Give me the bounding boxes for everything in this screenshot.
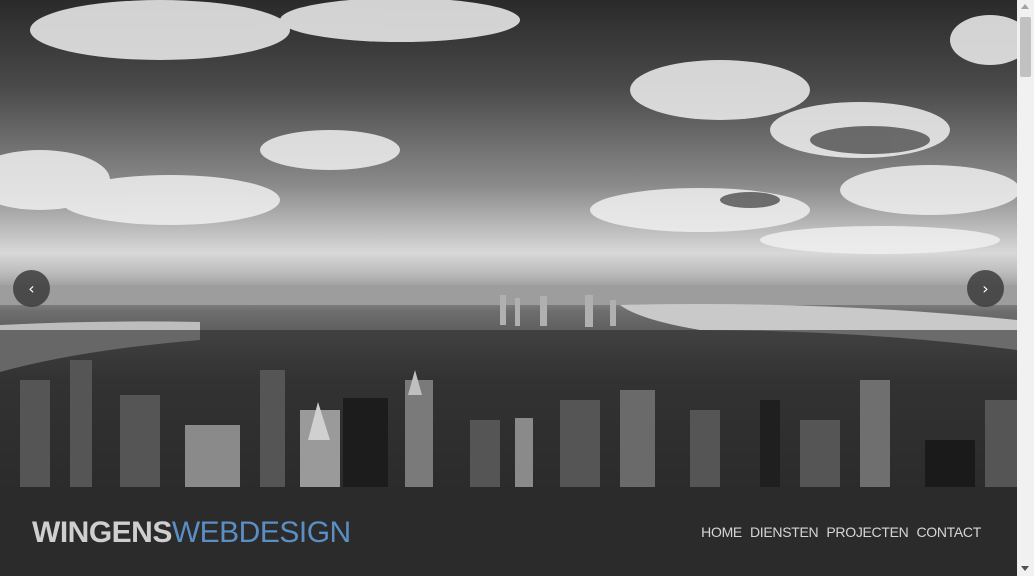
logo-bold-text: WINGENS bbox=[32, 516, 172, 549]
nav-item-home[interactable]: HOME bbox=[701, 522, 742, 542]
nav-item-contact[interactable]: CONTACT bbox=[916, 522, 981, 542]
chevron-right-icon: › bbox=[982, 278, 989, 298]
main-nav: HOME DIENSTEN PROJECTEN CONTACT bbox=[701, 522, 981, 542]
slider-next-button[interactable]: › bbox=[967, 270, 1004, 307]
slider-prev-button[interactable]: ‹ bbox=[13, 270, 50, 307]
scrollbar-thumb[interactable] bbox=[1020, 17, 1031, 77]
scroll-down-icon[interactable] bbox=[1021, 566, 1029, 571]
logo-light-text: WEBDESIGN bbox=[171, 516, 351, 549]
chevron-left-icon: ‹ bbox=[28, 278, 35, 298]
scroll-up-icon[interactable] bbox=[1021, 4, 1029, 9]
site-header: WINGENSWEBDESIGN HOME DIENSTEN PROJECTEN… bbox=[0, 487, 1017, 576]
vertical-scrollbar[interactable] bbox=[1017, 0, 1034, 576]
nav-item-projecten[interactable]: PROJECTEN bbox=[826, 522, 908, 542]
hero-image bbox=[0, 0, 1017, 487]
site-logo[interactable]: WINGENSWEBDESIGN bbox=[32, 515, 351, 551]
hero-slider: ‹ › bbox=[0, 0, 1017, 487]
nav-item-diensten[interactable]: DIENSTEN bbox=[750, 522, 819, 542]
